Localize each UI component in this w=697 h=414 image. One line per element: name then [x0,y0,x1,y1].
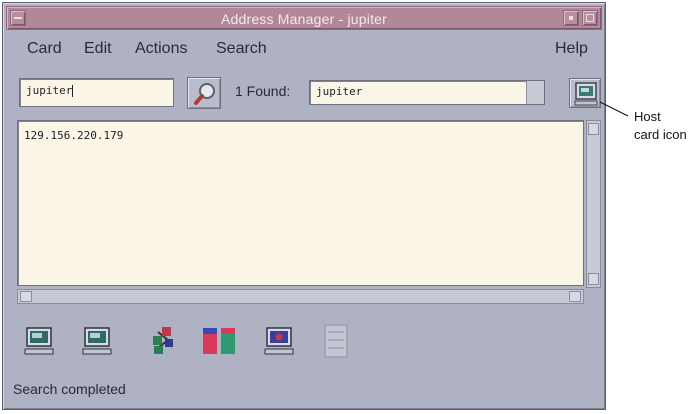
host-ip-address: 129.156.220.179 [24,129,124,142]
magnifier-icon [194,83,215,105]
minimize-button[interactable] [563,10,579,26]
toolbar-host-card-button-2[interactable] [75,316,119,364]
callout-line [599,101,629,117]
menu-help[interactable]: Help [555,40,588,58]
maximize-button[interactable] [582,10,598,26]
search-input-value: jupiter [26,84,73,97]
scroll-down-arrow[interactable] [588,273,599,285]
horizontal-scrollbar[interactable] [17,289,584,304]
text-cursor [72,85,74,97]
scroll-right-arrow[interactable] [569,291,581,302]
menu-edit[interactable]: Edit [84,40,112,58]
found-results-combo[interactable]: jupiter [309,80,545,105]
combo-dropdown-button[interactable] [526,81,544,104]
maximize-icon [586,14,594,22]
address-manager-window: Address Manager - jupiter Card Edit Acti… [2,2,606,410]
found-count-label: 1 Found: [235,83,291,99]
user-card-icon [264,327,294,355]
annotation-line-2: card icon [634,127,687,142]
host-card-icon [24,327,54,355]
window-title: Address Manager - jupiter [220,11,388,27]
menu-card[interactable]: Card [27,40,62,58]
host-card-annotation: Host card icon [634,108,687,144]
toolbar-user-card-button[interactable] [257,316,301,364]
search-button[interactable] [187,77,221,109]
scroll-left-arrow[interactable] [20,291,32,302]
search-input[interactable]: jupiter [19,78,174,107]
host-card-icon [82,327,112,355]
vertical-scrollbar[interactable] [586,120,601,288]
title-bar[interactable]: Address Manager - jupiter [6,6,602,30]
toolbar-system-card-button[interactable] [197,316,241,364]
network-icon [153,327,173,354]
annotation-line-1: Host [634,109,661,124]
toolbar-host-card-button[interactable] [17,316,61,364]
system-info-icon [203,328,235,354]
blank-card-icon [324,324,348,358]
found-result-value: jupiter [316,85,363,98]
card-content-area[interactable]: 129.156.220.179 [17,120,584,286]
menu-actions[interactable]: Actions [135,40,187,58]
scroll-up-arrow[interactable] [588,123,599,135]
status-text: Search completed [13,381,126,397]
minimize-icon [569,16,573,20]
host-card-button[interactable] [569,78,601,108]
toolbar-network-card-button[interactable] [141,316,185,364]
menu-search[interactable]: Search [216,40,267,58]
menu-bar: Card Edit Actions Search Help [6,33,602,63]
toolbar-blank-card-button[interactable] [313,316,357,364]
